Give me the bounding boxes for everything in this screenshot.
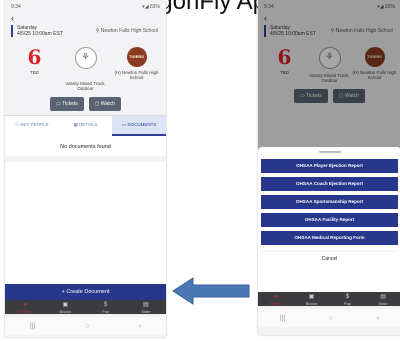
system-navigation: ||| ○ ‹ — [258, 309, 400, 327]
cancel-button[interactable]: Cancel — [262, 251, 397, 262]
phone-screen-documents: 9:34 ▾◢ 83% ‹ Saturday 4/5/25 10:00am ES… — [5, 0, 166, 337]
nav-label: Slate — [378, 301, 388, 306]
recents-icon[interactable]: ||| — [30, 323, 35, 330]
nav-label: Blocks — [305, 301, 318, 306]
system-navigation: ||| ○ ‹ — [5, 317, 166, 335]
home-team: TIGERS (H) Newton Falls High School — [113, 47, 161, 80]
empty-state: No documents found — [5, 136, 166, 156]
left-arrow-icon — [172, 277, 250, 305]
status-bar: 9:34 ▾◢ 83% — [5, 0, 166, 14]
action-buttons: ▭ Tickets ▢ Watch — [5, 91, 166, 115]
facility-report-button[interactable]: OHSAA Facility Report — [261, 213, 398, 227]
nav-blocks[interactable]: ▣ Blocks — [45, 300, 85, 314]
pay-icon: $ — [103, 302, 108, 308]
nav-label: Events — [269, 301, 282, 306]
status-indicators: ▾◢ 83% — [142, 4, 160, 10]
nav-label: Pay — [343, 301, 351, 306]
medical-reporting-form-button[interactable]: OHSAA Medical Reporting Form — [261, 231, 398, 245]
tab-label: DETAILS — [79, 122, 98, 127]
tab-bar: ⚇ KEY PEOPLE ▦ DETAILS ▭ DOCUMENTS — [5, 115, 166, 136]
events-icon: ● — [23, 302, 27, 308]
sport-name: Varsity Mixed Track, Outdoor — [65, 81, 106, 91]
slate-icon: ▤ — [143, 302, 149, 308]
event-header: Saturday 4/5/25 10:00am EST ⚲ Newton Fal… — [5, 23, 166, 39]
people-icon: ⚇ — [15, 122, 20, 127]
nav-blocks[interactable]: ▣ Blocks — [294, 292, 330, 306]
home-team-name: (H) Newton Falls High School — [114, 70, 159, 80]
recents-icon[interactable]: ||| — [280, 315, 285, 322]
back-arrow-icon[interactable]: ‹ — [5, 14, 166, 23]
coach-ejection-report-button[interactable]: OHSAA Coach Ejection Report — [261, 177, 398, 191]
home-team-logo-icon: TIGERS — [126, 47, 147, 67]
tickets-button[interactable]: ▭ Tickets — [50, 97, 84, 111]
tab-documents[interactable]: ▭ DOCUMENTS — [112, 116, 166, 136]
event-datetime: 4/5/25 10:00am EST — [17, 31, 63, 37]
tickets-label: Tickets — [62, 101, 78, 107]
blocks-icon: ▣ — [308, 294, 315, 300]
event-venue: ⚲ Newton Falls High School — [95, 28, 158, 34]
nav-pay[interactable]: $ Pay — [86, 300, 126, 314]
back-icon[interactable]: ‹ — [377, 315, 379, 322]
report-bottom-sheet: OHSAA Player Ejection Report OHSAA Coach… — [258, 147, 400, 292]
calendar-icon: ▦ — [73, 122, 78, 127]
nav-events[interactable]: ● Events — [258, 292, 294, 306]
document-list-area — [5, 162, 166, 284]
nav-slate[interactable]: ▤ Slate — [126, 300, 166, 314]
venue-name: Newton Falls High School — [100, 28, 158, 34]
phone-screen-report-sheet: 9:34 ▾◢ 83% ‹ Saturday 4/5/25 10:00am ES… — [258, 0, 400, 335]
tab-label: DOCUMENTS — [127, 122, 157, 127]
nav-events[interactable]: ● Events — [5, 300, 45, 314]
home-icon[interactable]: ○ — [85, 323, 89, 330]
tab-details[interactable]: ▦ DETAILS — [59, 116, 113, 136]
nav-label: Events — [19, 309, 32, 314]
away-team-name: TBD — [30, 70, 39, 75]
sport-info: ⚘ Varsity Mixed Track, Outdoor — [62, 47, 110, 91]
player-ejection-report-button[interactable]: OHSAA Player Ejection Report — [261, 159, 398, 173]
screen-icon: ▢ — [94, 101, 100, 107]
bottom-navigation: ● Events ▣ Blocks $ Pay ▤ Slate — [258, 292, 400, 306]
create-document-button[interactable]: + Create Document — [5, 284, 166, 300]
sport-logo-icon: ⚘ — [74, 47, 97, 69]
away-team: 6 TBD — [11, 47, 59, 75]
bottom-navigation: ● Events ▣ Blocks $ Pay ▤ Slate — [5, 300, 166, 314]
watch-label: Watch — [100, 101, 115, 107]
nav-label: Pay — [102, 309, 110, 314]
event-date: Saturday 4/5/25 10:00am EST — [11, 25, 63, 37]
nav-pay[interactable]: $ Pay — [330, 292, 366, 306]
watch-button[interactable]: ▢ Watch — [88, 97, 121, 111]
blocks-icon: ▣ — [62, 302, 69, 308]
sheet-handle[interactable] — [318, 151, 341, 153]
sportsmanship-report-button[interactable]: OHSAA Sportsmanship Report — [261, 195, 398, 209]
nav-label: Blocks — [59, 309, 72, 314]
tab-key-people[interactable]: ⚇ KEY PEOPLE — [5, 116, 59, 136]
matchup: 6 TBD ⚘ Varsity Mixed Track, Outdoor TIG… — [5, 39, 166, 91]
home-icon[interactable]: ○ — [329, 315, 333, 322]
ticket-icon: ▭ — [56, 101, 61, 107]
folder-icon: ▭ — [121, 122, 127, 127]
back-icon[interactable]: ‹ — [139, 323, 141, 330]
nav-slate[interactable]: ▤ Slate — [365, 292, 400, 306]
slate-icon: ▤ — [380, 294, 386, 300]
events-icon: ● — [274, 294, 278, 300]
pay-icon: $ — [345, 294, 350, 300]
away-team-logo-icon: 6 — [27, 45, 42, 69]
tab-label: KEY PEOPLE — [20, 122, 49, 127]
nav-label: Slate — [141, 309, 151, 314]
